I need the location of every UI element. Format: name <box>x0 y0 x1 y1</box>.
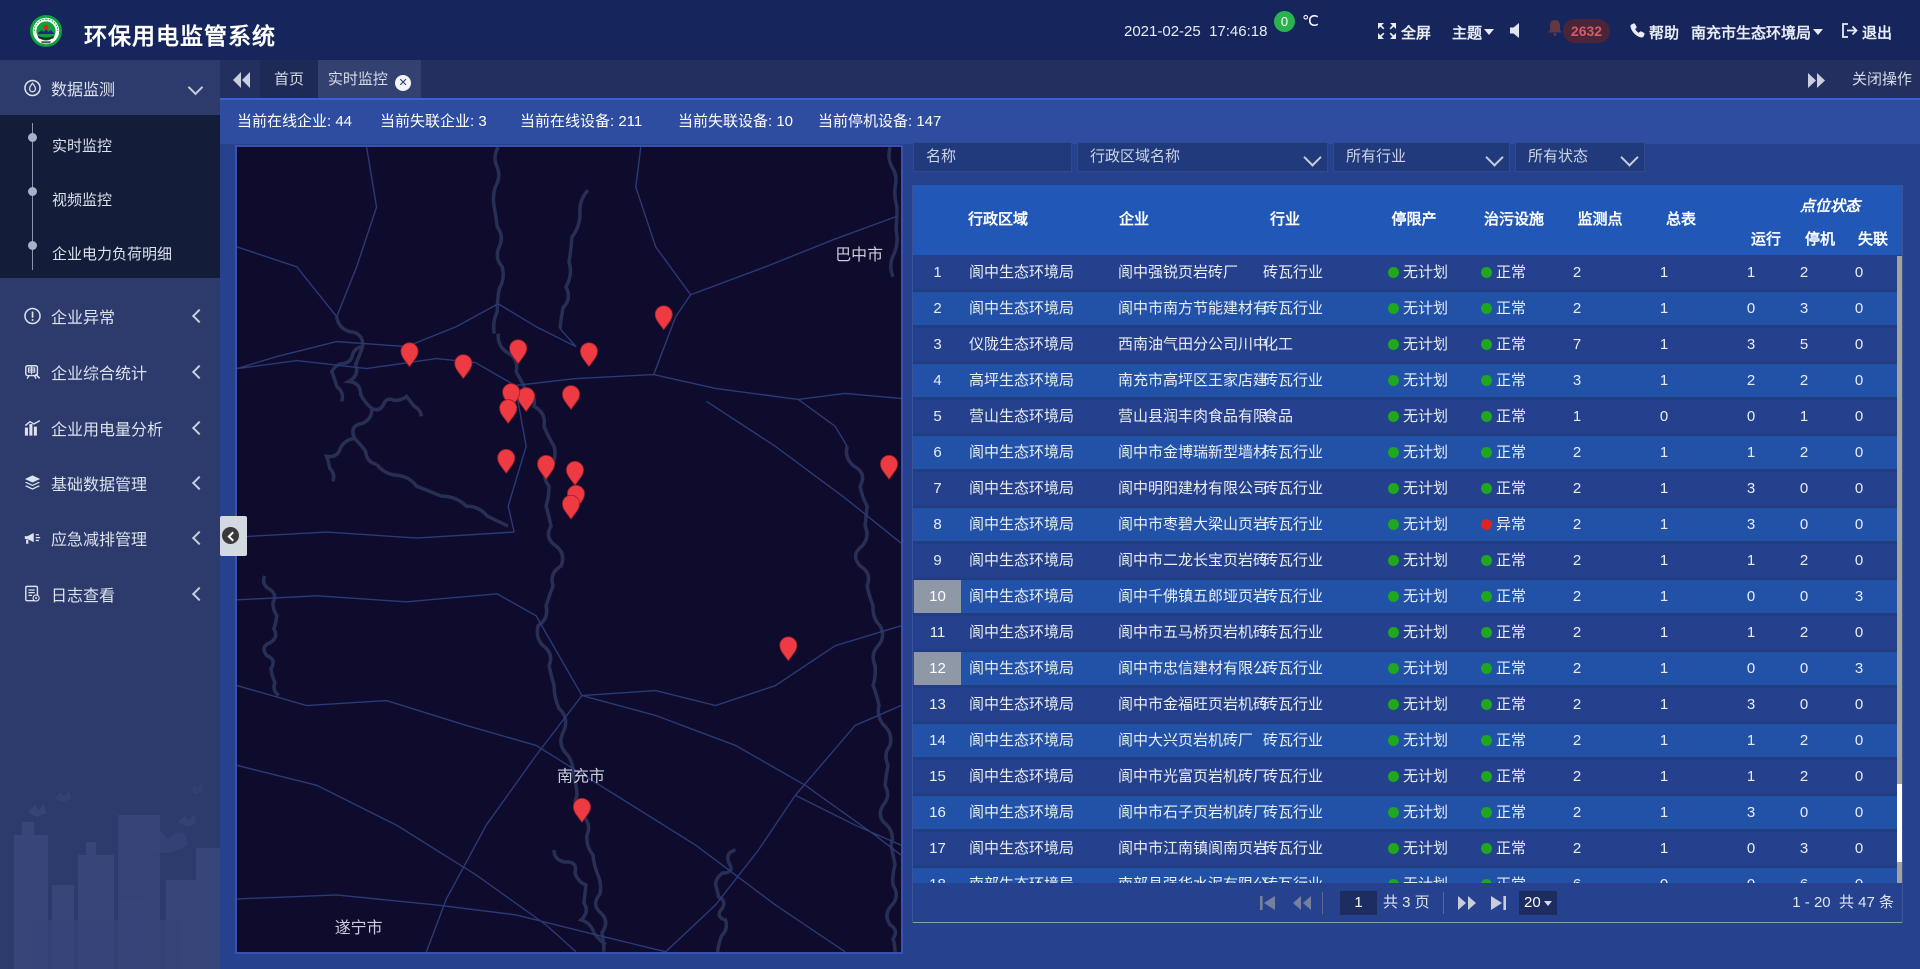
svg-text:南充市: 南充市 <box>557 767 605 785</box>
svg-text:遂宁市: 遂宁市 <box>335 919 383 937</box>
svg-text:巴中市: 巴中市 <box>835 246 883 264</box>
